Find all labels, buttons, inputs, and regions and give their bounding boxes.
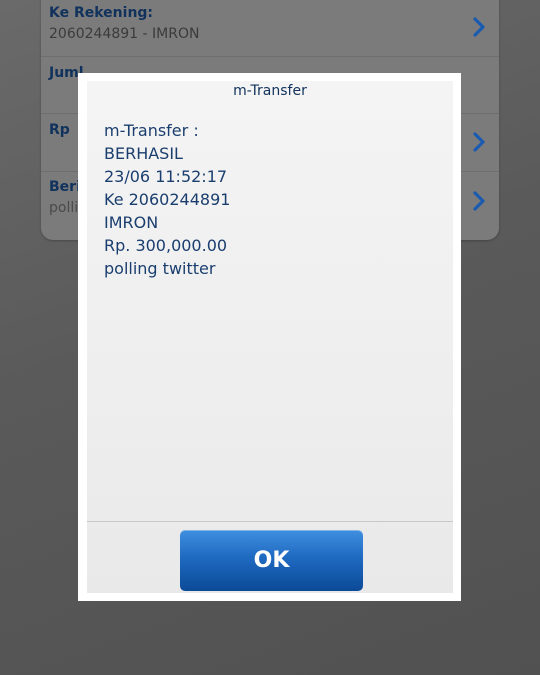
chevron-right-icon[interactable] (469, 190, 489, 212)
dialog-title: m-Transfer (233, 83, 307, 99)
destination-account-value: 2060244891 - IMRON (49, 26, 200, 42)
ok-button[interactable]: OK (180, 530, 363, 591)
message-line: BERHASIL (104, 144, 183, 163)
chevron-right-icon[interactable] (469, 16, 489, 38)
message-line: polling twitter (104, 259, 216, 278)
dialog-body: m-Transfer m-Transfer : BERHASIL 23/06 1… (87, 81, 453, 593)
chevron-right-icon[interactable] (469, 131, 489, 153)
dialog-divider (87, 521, 453, 522)
message-line: Rp. 300,000.00 (104, 236, 228, 255)
amount-label: Rp (49, 122, 70, 138)
screen: Ke Rekening: 2060244891 - IMRON Juml Rp … (0, 0, 540, 675)
message-line: Ke 2060244891 (104, 190, 231, 209)
message-line: m-Transfer : (104, 121, 199, 140)
message-line: 23/06 11:52:17 (104, 167, 228, 186)
form-row-destination-account[interactable]: Ke Rekening: 2060244891 - IMRON (41, 0, 499, 57)
transfer-result-dialog: m-Transfer m-Transfer : BERHASIL 23/06 1… (78, 73, 461, 601)
message-line: IMRON (104, 213, 159, 232)
destination-account-label: Ke Rekening: (49, 5, 154, 21)
